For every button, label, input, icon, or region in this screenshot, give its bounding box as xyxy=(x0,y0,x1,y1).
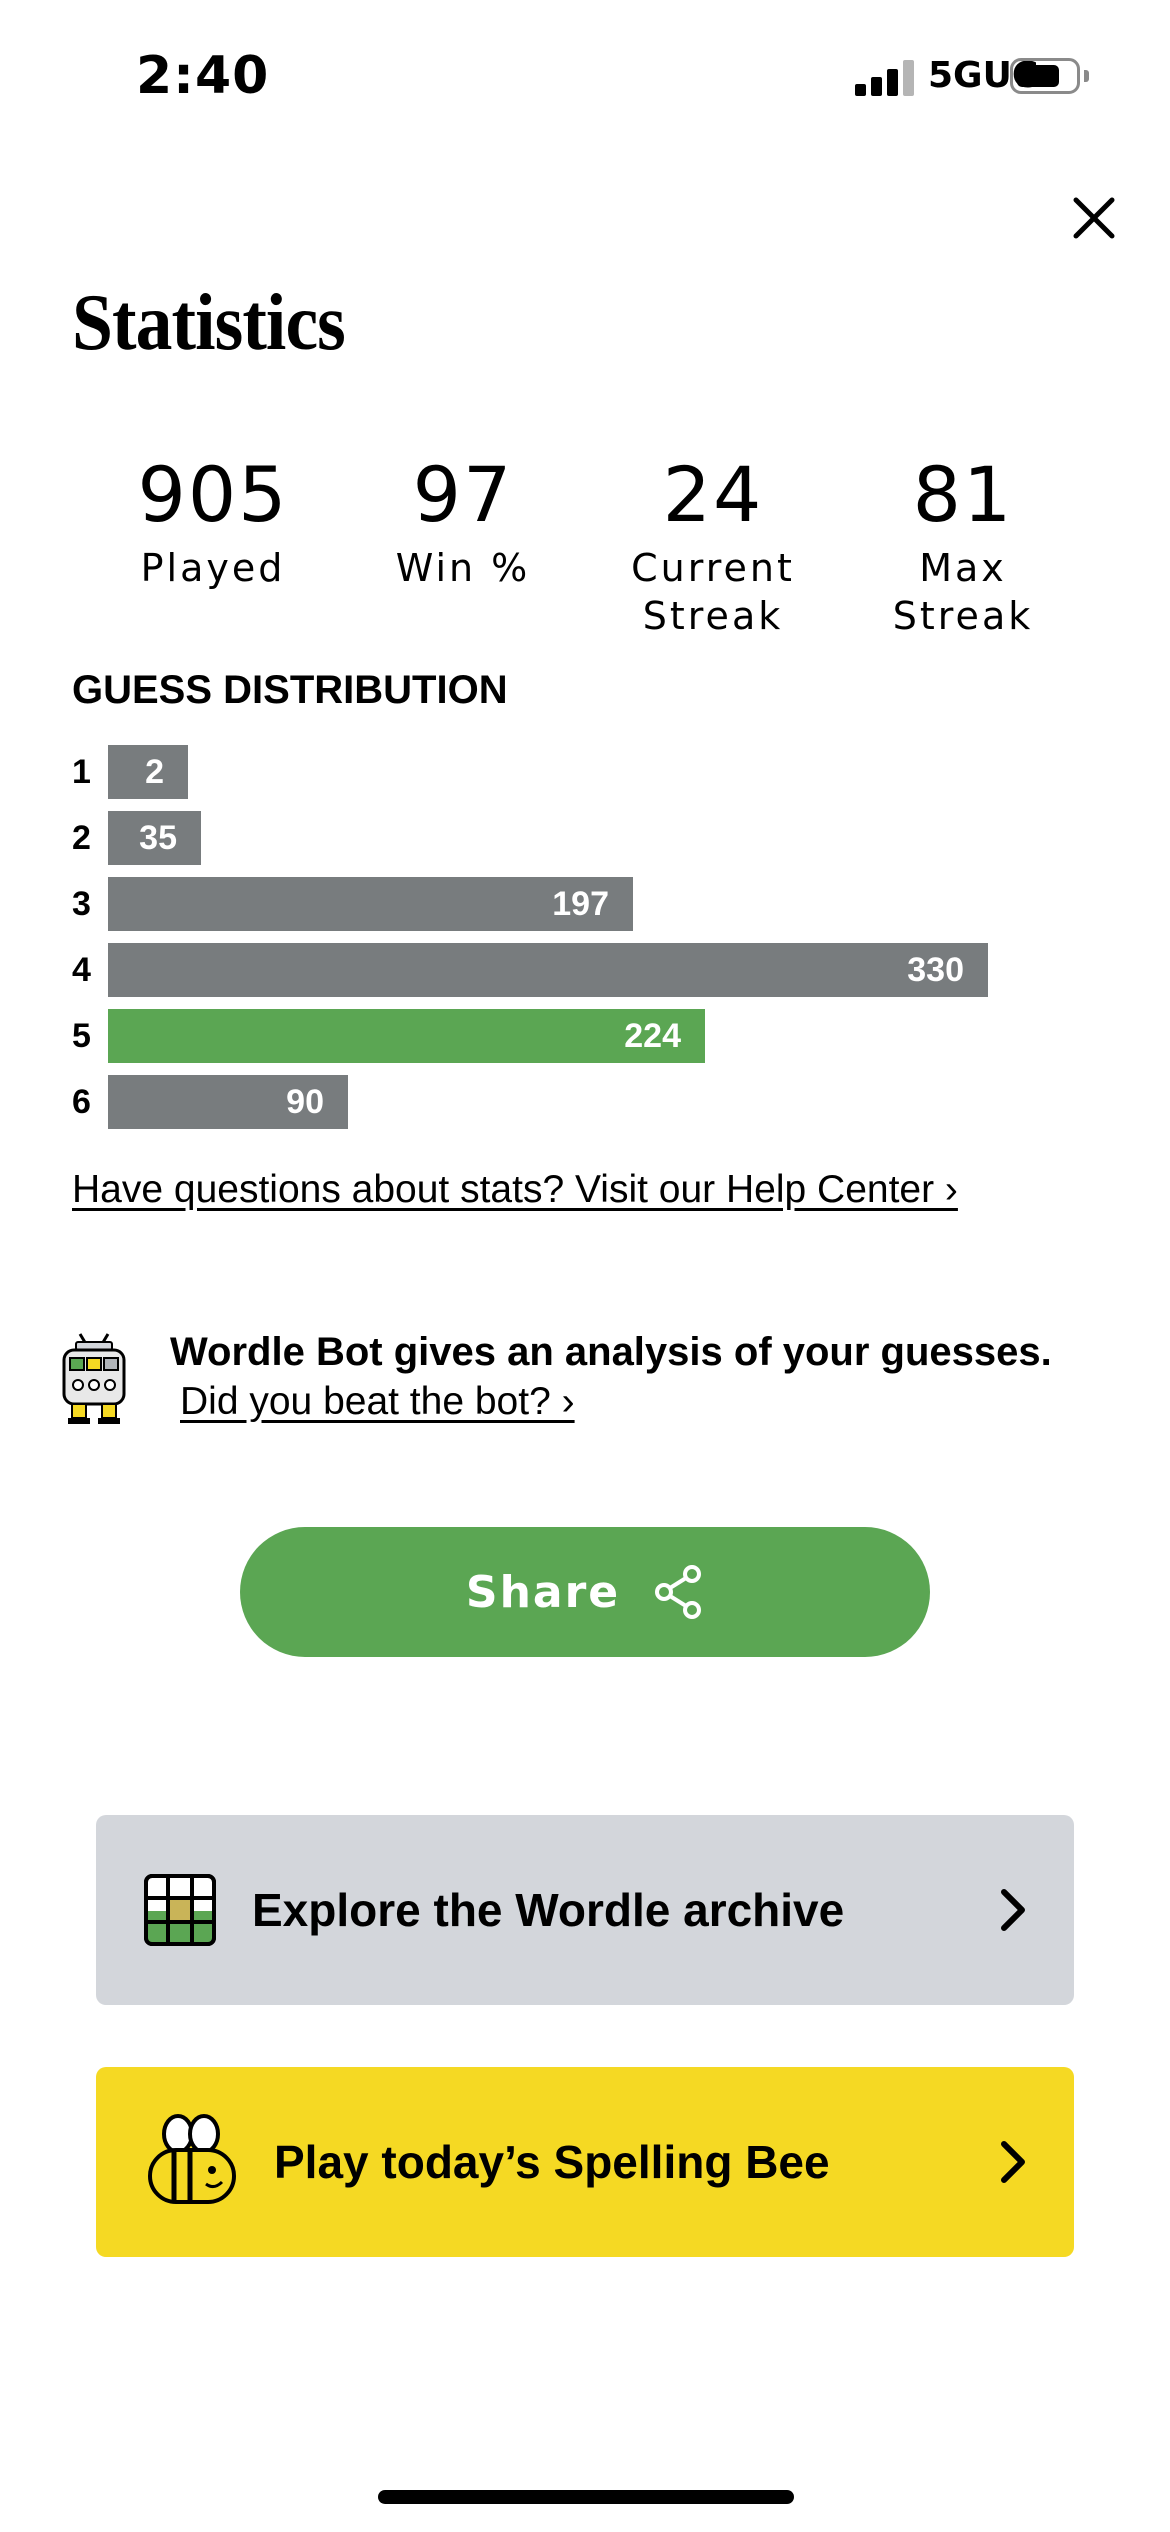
chevron-right-icon xyxy=(1001,2141,1025,2183)
distribution-title: GUESS DISTRIBUTION xyxy=(72,668,508,712)
stat-current-streak: 24 Current Streak xyxy=(588,450,838,640)
wordle-bot-description: Wordle Bot gives an analysis of your gue… xyxy=(170,1330,1052,1374)
status-bar: 2:40 5GUC xyxy=(0,0,1170,150)
guess-number: 2 xyxy=(72,819,91,857)
chevron-right-icon xyxy=(1001,1889,1025,1931)
distribution-row: 2 35 xyxy=(72,811,1072,865)
close-icon xyxy=(1073,197,1115,239)
guess-number: 4 xyxy=(72,951,91,989)
distribution-bar: 330 xyxy=(108,943,988,997)
spelling-bee-button[interactable]: Play today’s Spelling Bee xyxy=(96,2067,1074,2257)
wordle-archive-button[interactable]: Explore the Wordle archive xyxy=(96,1815,1074,2005)
distribution-bar: 197 xyxy=(108,877,633,931)
guess-number: 3 xyxy=(72,885,91,923)
distribution-row: 6 90 xyxy=(72,1075,1072,1129)
distribution-bar: 2 xyxy=(108,745,188,799)
guess-number: 1 xyxy=(72,753,91,791)
home-indicator[interactable] xyxy=(378,2490,794,2504)
distribution-row: 5 224 xyxy=(72,1009,1072,1063)
distribution-row: 3 197 xyxy=(72,877,1072,931)
signal-icon xyxy=(855,60,915,96)
guess-number: 5 xyxy=(72,1017,91,1055)
stat-label: Win % xyxy=(395,546,531,590)
stat-max-streak: 81 Max Streak xyxy=(838,450,1088,640)
distribution-bar: 35 xyxy=(108,811,201,865)
guess-number: 6 xyxy=(72,1083,91,1121)
distribution-bar: 224 xyxy=(108,1009,705,1063)
battery-tip xyxy=(1084,70,1089,82)
status-time: 2:40 xyxy=(136,46,270,106)
help-center-link[interactable]: Have questions about stats? Visit our He… xyxy=(72,1168,958,1212)
guess-distribution: 1 2 2 35 3 197 4 330 5 224 6 90 xyxy=(72,745,1072,1141)
stat-label: Current Streak xyxy=(631,546,795,638)
battery-icon xyxy=(1010,58,1080,94)
stat-value: 81 xyxy=(912,450,1014,539)
wordle-bot-icon xyxy=(62,1333,126,1424)
grid-icon xyxy=(144,1874,216,1946)
stat-value: 97 xyxy=(412,450,514,539)
stat-label: Played xyxy=(140,546,286,590)
stat-played: 905 Played xyxy=(88,450,338,640)
distribution-row: 4 330 xyxy=(72,943,1072,997)
stat-value: 24 xyxy=(662,450,764,539)
page-title: Statistics xyxy=(72,279,346,367)
bee-icon xyxy=(148,2114,236,2204)
stat-label: Max Streak xyxy=(892,546,1034,638)
spelling-bee-label: Play today’s Spelling Bee xyxy=(274,2136,830,2188)
wordle-bot-link[interactable]: Did you beat the bot? › xyxy=(180,1380,575,1424)
close-button[interactable] xyxy=(1066,190,1122,246)
stats-row: 905 Played 97 Win % 24 Current Streak 81… xyxy=(88,450,1088,640)
stat-win-percent: 97 Win % xyxy=(338,450,588,640)
archive-label: Explore the Wordle archive xyxy=(252,1884,845,1936)
share-icon xyxy=(655,1565,702,1619)
distribution-row: 1 2 xyxy=(72,745,1072,799)
share-button[interactable]: Share xyxy=(240,1527,930,1657)
distribution-bar: 90 xyxy=(108,1075,348,1129)
share-label: Share xyxy=(465,1566,621,1618)
stat-value: 905 xyxy=(137,450,289,539)
